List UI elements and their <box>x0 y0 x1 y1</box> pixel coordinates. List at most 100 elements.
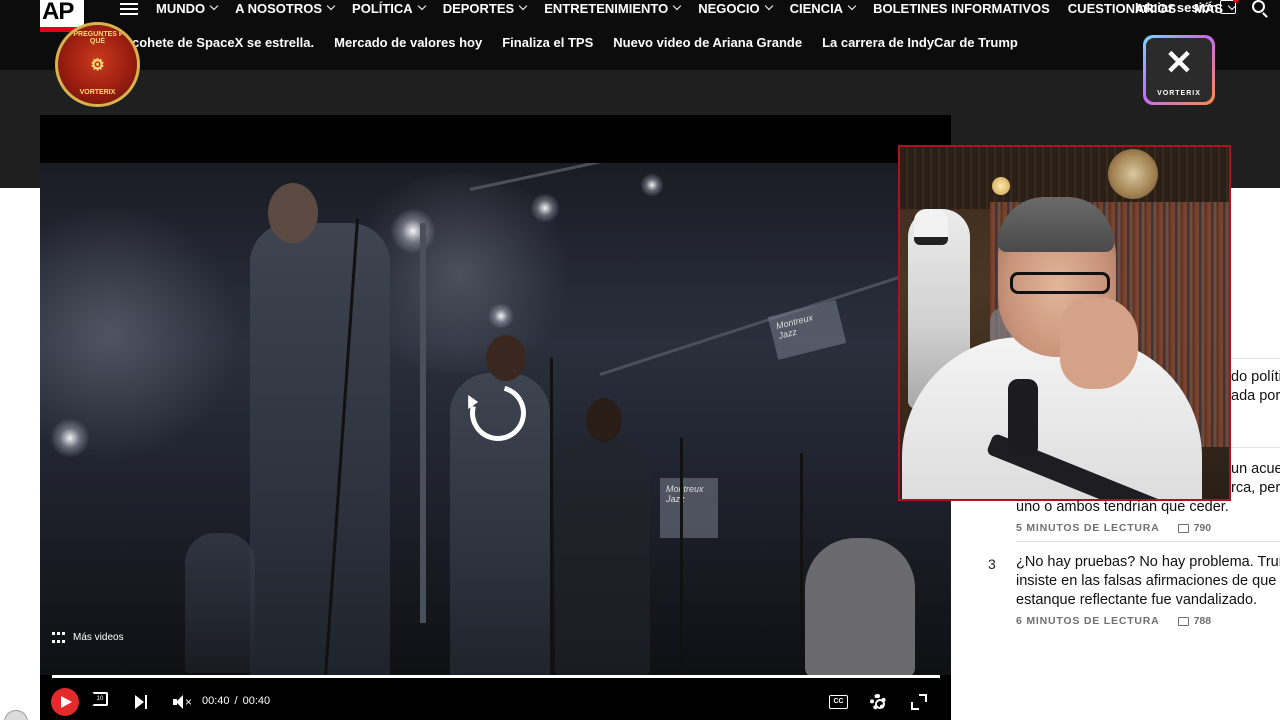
grid-icon <box>52 632 65 643</box>
vorterix-x-mark: ✕ <box>1164 44 1194 82</box>
badge-bottom-text: VORTERIX <box>79 89 116 96</box>
search-icon[interactable] <box>1252 0 1265 13</box>
video-frame[interactable]: Montreux Jazz Montreux Jazz <box>40 163 951 675</box>
hamburger-menu-icon[interactable] <box>120 0 140 16</box>
more-videos-label: Más videos <box>73 632 124 643</box>
lighting-truss <box>420 223 426 623</box>
band-member <box>185 533 255 673</box>
comment-count[interactable]: 790 <box>1177 522 1212 534</box>
article-divider <box>1231 358 1280 359</box>
lighting-truss <box>599 268 924 376</box>
video-letterbox-top <box>40 115 951 163</box>
nav-item-negocio[interactable]: NEGOCIO <box>698 0 773 16</box>
trending-link[interactable]: Mercado de valores hoy <box>334 35 482 50</box>
article-title-line[interactable]: ¿No hay pruebas? No hay problema. Trump <box>1016 553 1280 572</box>
webcam-overlay <box>898 145 1231 501</box>
lamp <box>992 177 1010 195</box>
fullscreen-icon[interactable] <box>911 694 927 710</box>
nav-label: CIENCIA <box>789 0 844 16</box>
muted-x-icon: × <box>185 695 193 709</box>
performer-figure <box>250 223 390 675</box>
stage-light <box>50 418 90 458</box>
comments-icon[interactable] <box>1220 0 1239 14</box>
read-time: 6 MINUTOS DE LECTURA <box>1016 615 1160 627</box>
article-rank: 3 <box>988 556 996 572</box>
nav-label: POLÍTICA <box>352 0 413 16</box>
article-title-line[interactable]: insiste en las falsas afirmaciones de qu… <box>1016 572 1280 591</box>
article-title-peek[interactable]: rca, pero <box>1231 479 1280 498</box>
read-time: 5 MINUTOS DE LECTURA <box>1016 522 1160 534</box>
nav-item-ciencia[interactable]: CIENCIA <box>789 0 857 16</box>
chevron-down-icon <box>326 1 336 11</box>
badge-emblem: ⚙ <box>90 57 105 74</box>
trending-bar: cohete de SpaceX se estrella. Mercado de… <box>132 35 1038 50</box>
nav-label: A NOSOTROS <box>235 0 323 16</box>
host-hand <box>1060 297 1138 389</box>
article-title-peek[interactable]: ada por e <box>1231 387 1280 406</box>
nav-item-deportes[interactable]: DEPORTES <box>443 0 528 16</box>
signin-link[interactable]: Iniciar sesión <box>1135 0 1218 15</box>
article-divider <box>1016 541 1280 542</box>
chevron-down-icon <box>672 1 682 11</box>
trending-link[interactable]: Finaliza el TPS <box>502 35 593 50</box>
trending-link[interactable]: La carrera de IndyCar de Trump <box>822 35 1018 50</box>
play-button[interactable] <box>51 688 79 716</box>
duration: 00:40 <box>242 695 271 707</box>
mic-stand <box>800 453 803 675</box>
rewind-10-icon[interactable]: 10 <box>92 692 108 706</box>
comment-count-value: 788 <box>1193 615 1212 627</box>
mic-stand <box>550 358 553 675</box>
nav-item-politica[interactable]: POLÍTICA <box>352 0 426 16</box>
trending-link[interactable]: Nuevo video de Ariana Grande <box>613 35 802 50</box>
nav-label: NEGOCIO <box>698 0 760 16</box>
stormtrooper-helmet <box>914 209 948 245</box>
progress-fill <box>52 675 940 678</box>
article-title-peek[interactable]: do polític <box>1231 368 1280 387</box>
nav-label: ENTRETENIMIENTO <box>544 0 669 16</box>
page-root: AP MUNDO A NOSOTROS POLÍTICA DEPORTES EN… <box>0 0 1280 720</box>
nav-item-entretenimiento[interactable]: ENTRETENIMIENTO <box>544 0 682 16</box>
time-display: 00:40 / 00:40 <box>202 695 270 707</box>
top-navigation-bar: AP MUNDO A NOSOTROS POLÍTICA DEPORTES EN… <box>0 0 1280 70</box>
floating-action-button[interactable] <box>4 710 28 720</box>
microphone <box>1008 379 1038 457</box>
video-controls: 10 × 00:40 / 00:40 CC <box>40 675 951 720</box>
comment-count[interactable]: 788 <box>1177 615 1212 627</box>
chevron-down-icon <box>209 1 219 11</box>
current-time: 00:40 <box>202 695 230 707</box>
performer-head <box>586 398 622 442</box>
nav-item-mundo[interactable]: MUNDO <box>156 0 219 16</box>
nav-item-a-nosotros[interactable]: A NOSOTROS <box>235 0 336 16</box>
article-meta: 5 MINUTOS DE LECTURA 790 <box>1016 522 1211 534</box>
performer-head <box>486 335 526 381</box>
chevron-down-icon <box>764 1 773 11</box>
wall-clock <box>1108 149 1158 199</box>
comment-count-value: 790 <box>1193 522 1212 534</box>
article-meta: 6 MINUTOS DE LECTURA 788 <box>1016 615 1211 627</box>
stage-monitor <box>805 538 915 675</box>
settings-gear-icon[interactable] <box>870 694 886 710</box>
article-title-line[interactable]: uno o ambos tendrían que ceder. <box>1016 498 1280 517</box>
main-nav: MUNDO A NOSOTROS POLÍTICA DEPORTES ENTRE… <box>156 0 1253 18</box>
stage-light <box>488 303 514 329</box>
chevron-down-icon <box>847 1 857 11</box>
article-title-line[interactable]: estanque reflectante fue vandalizado. <box>1016 591 1280 610</box>
stage-light <box>390 208 436 254</box>
stage-banner: Montreux Jazz <box>767 300 847 360</box>
channel-badge-logo: NO PREGUNTES POR QUÉ ⚙ VORTERIX <box>55 22 140 107</box>
vorterix-logo-text: VORTERIX <box>1157 90 1201 97</box>
more-videos-button[interactable]: Más videos <box>52 632 124 643</box>
host-glasses <box>1010 272 1110 294</box>
progress-bar[interactable] <box>52 675 940 678</box>
captions-icon[interactable]: CC <box>829 695 848 709</box>
next-video-icon[interactable] <box>135 695 149 709</box>
trending-link[interactable]: cohete de SpaceX se estrella. <box>132 35 314 50</box>
nav-label: BOLETINES INFORMATIVOS <box>873 0 1050 16</box>
chevron-down-icon <box>417 1 426 11</box>
nav-item-boletines[interactable]: BOLETINES INFORMATIVOS <box>873 0 1050 16</box>
performer-figure <box>555 438 650 675</box>
article-title-peek[interactable]: un acuer <box>1231 460 1280 479</box>
vorterix-logo: ✕ VORTERIX <box>1143 35 1215 105</box>
stage-light <box>530 193 560 223</box>
comment-icon <box>1177 616 1189 626</box>
